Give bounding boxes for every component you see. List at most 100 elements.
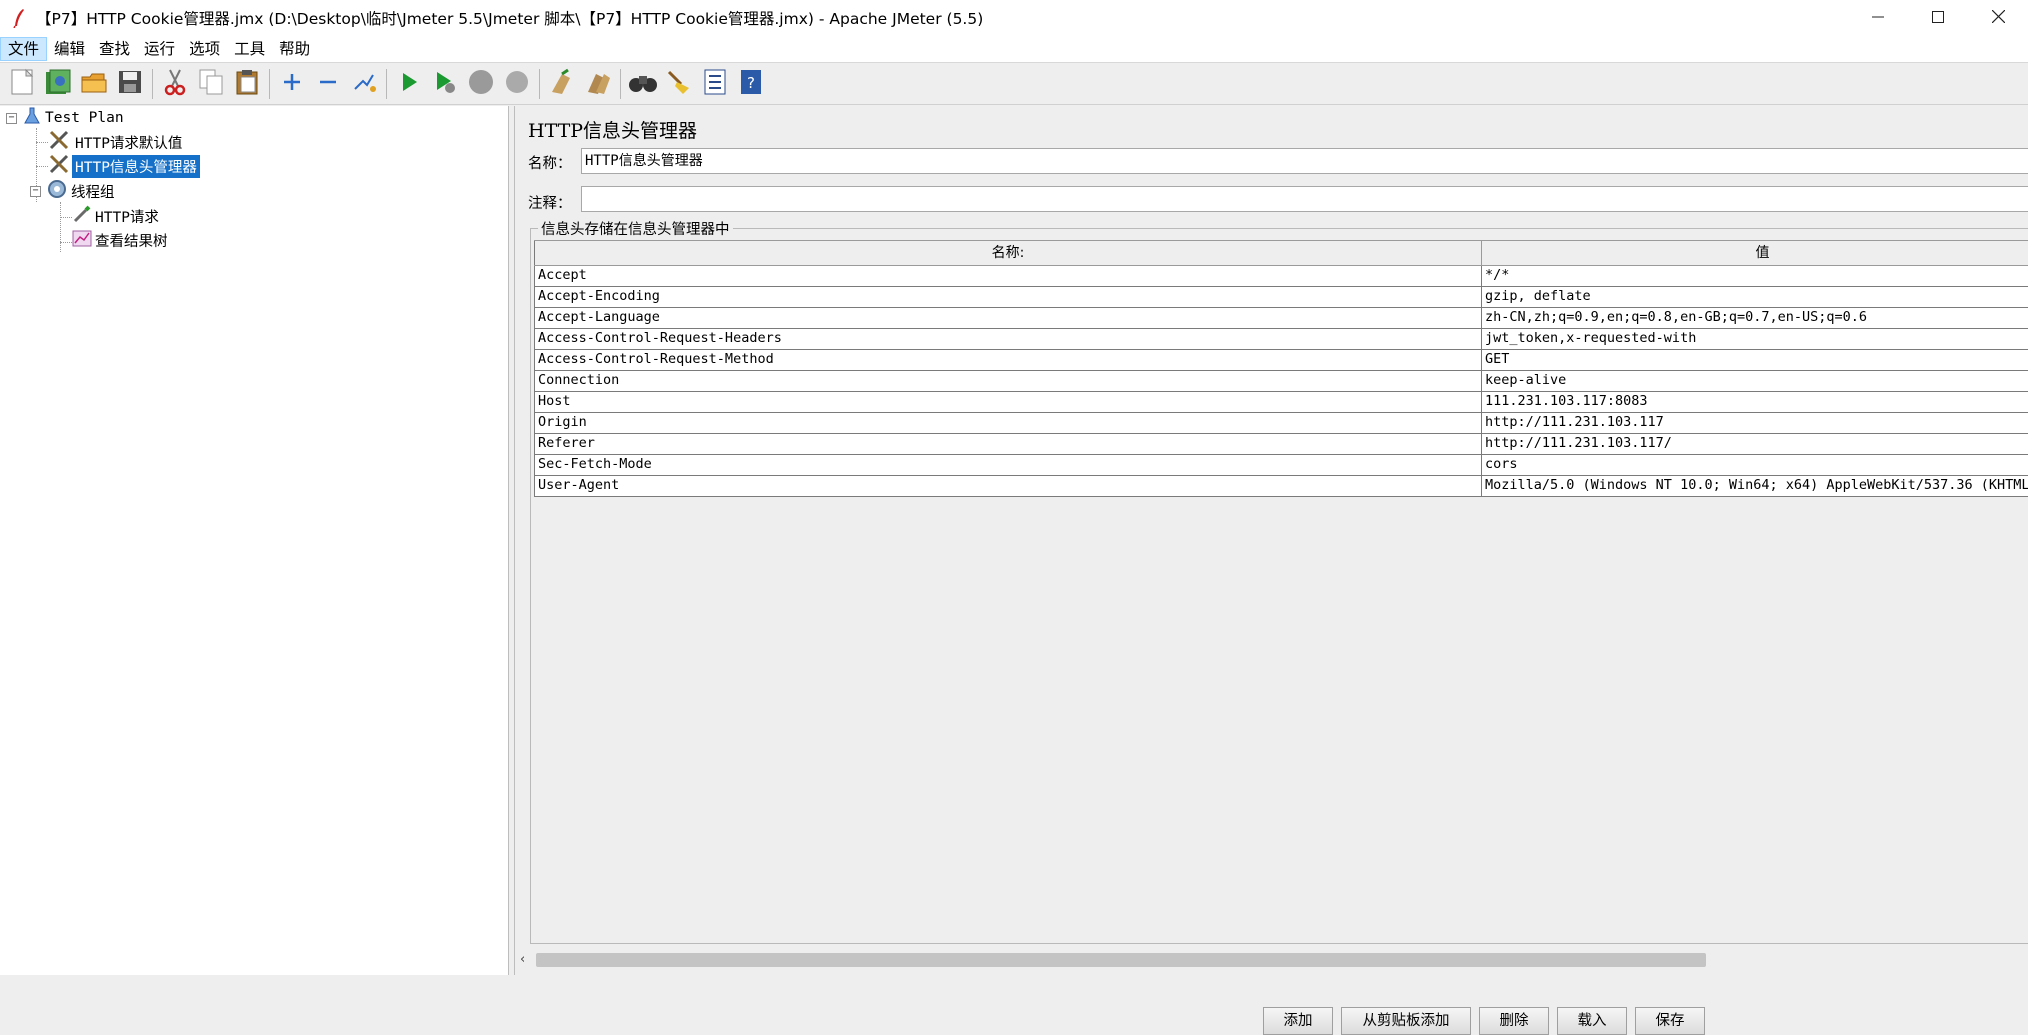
expand-all-button[interactable]: [276, 68, 308, 100]
header-name-cell[interactable]: Accept-Language: [534, 308, 1482, 328]
menu-options[interactable]: 选项: [182, 37, 227, 61]
templates-icon: [44, 68, 72, 100]
add-button[interactable]: 添加: [1263, 1007, 1333, 1035]
header-name-cell[interactable]: Access-Control-Request-Headers: [534, 329, 1482, 349]
collapse-all-button[interactable]: [312, 68, 344, 100]
menu-file[interactable]: 文件: [0, 37, 48, 61]
tree-connector: [60, 202, 61, 252]
menu-search[interactable]: 查找: [92, 37, 137, 61]
start-button[interactable]: [393, 68, 425, 100]
header-value-cell[interactable]: jwt_token,x-requested-with: [1482, 329, 2028, 349]
table-row[interactable]: Accept */*: [534, 266, 2028, 287]
tree-node-thread-group[interactable]: − 线程组: [30, 180, 118, 202]
help-button[interactable]: ?: [735, 68, 767, 100]
toolbar-separator: [539, 68, 540, 99]
name-input[interactable]: HTTP信息头管理器: [581, 148, 2028, 174]
header-value-cell[interactable]: http://111.231.103.117/: [1482, 434, 2028, 454]
tree-node-http-request[interactable]: HTTP请求: [72, 205, 162, 227]
clear-all-icon: [584, 68, 612, 100]
menu-help[interactable]: 帮助: [272, 37, 317, 61]
menu-run[interactable]: 运行: [137, 37, 182, 61]
pane-splitter[interactable]: [509, 106, 515, 975]
table-row[interactable]: Sec-Fetch-Mode cors: [534, 455, 2028, 476]
table-row[interactable]: Origin http://111.231.103.117: [534, 413, 2028, 434]
header-value-cell[interactable]: gzip, deflate: [1482, 287, 2028, 307]
tree-connector: [60, 217, 72, 218]
tree-label-test-plan: Test Plan: [45, 110, 124, 126]
add-from-clipboard-button[interactable]: 从剪贴板添加: [1341, 1007, 1471, 1035]
expand-icon: [280, 70, 304, 98]
broom-icon: [665, 68, 693, 100]
header-name-cell[interactable]: Host: [534, 392, 1482, 412]
table-row[interactable]: Access-Control-Request-Method GET: [534, 350, 2028, 371]
header-value-cell[interactable]: zh-CN,zh;q=0.9,en;q=0.8,en-GB;q=0.7,en-U…: [1482, 308, 2028, 328]
header-value-cell[interactable]: http://111.231.103.117: [1482, 413, 2028, 433]
table-row[interactable]: Accept-Encoding gzip, deflate: [534, 287, 2028, 308]
new-button[interactable]: [6, 68, 38, 100]
table-row[interactable]: Host 111.231.103.117:8083: [534, 392, 2028, 413]
tree-node-result-tree[interactable]: 查看结果树: [72, 229, 171, 251]
copy-button[interactable]: [195, 68, 227, 100]
horizontal-scrollbar[interactable]: ‹: [516, 950, 2028, 970]
table-row[interactable]: Accept-Language zh-CN,zh;q=0.9,en;q=0.8,e…: [534, 308, 2028, 329]
header-name-cell[interactable]: Accept-Encoding: [534, 287, 1482, 307]
header-value-cell[interactable]: Mozilla/5.0 (Windows NT 10.0; Win64; x64…: [1482, 476, 2028, 496]
close-button[interactable]: [1968, 0, 2028, 36]
comment-label: 注释：: [528, 196, 572, 212]
header-value-cell[interactable]: */*: [1482, 266, 2028, 286]
stop-button[interactable]: [465, 68, 497, 100]
menu-tools[interactable]: 工具: [227, 37, 272, 61]
header-name-cell[interactable]: Accept: [534, 266, 1482, 286]
headers-group-title: 信息头存储在信息头管理器中: [538, 218, 733, 239]
collapse-icon: [316, 70, 340, 98]
header-name-cell[interactable]: Sec-Fetch-Mode: [534, 455, 1482, 475]
header-value-cell[interactable]: 111.231.103.117:8083: [1482, 392, 2028, 412]
headers-table: 名称: 值 Accept */* Accept-Encoding gzip, def…: [534, 240, 2028, 497]
close-icon: [1991, 9, 2005, 27]
table-row[interactable]: Connection keep-alive: [534, 371, 2028, 392]
comment-input[interactable]: [581, 186, 2028, 212]
cut-button[interactable]: [159, 68, 191, 100]
paste-button[interactable]: [231, 68, 263, 100]
tree-node-header-manager[interactable]: HTTP信息头管理器: [48, 154, 200, 178]
header-name-cell[interactable]: Referer: [534, 434, 1482, 454]
maximize-button[interactable]: [1908, 0, 1968, 36]
scrollbar-thumb[interactable]: [536, 953, 1706, 967]
templates-button[interactable]: [42, 68, 74, 100]
table-row[interactable]: User-Agent Mozilla/5.0 (Windows NT 10.0; …: [534, 476, 2028, 497]
save-headers-button[interactable]: 保存: [1635, 1007, 1705, 1035]
delete-button[interactable]: 删除: [1479, 1007, 1549, 1035]
start-no-pauses-button[interactable]: [429, 68, 461, 100]
start-no-pauses-icon: [432, 69, 458, 99]
toolbar-separator: [269, 68, 270, 99]
open-button[interactable]: [78, 68, 110, 100]
toggle-button[interactable]: [348, 68, 380, 100]
function-helper-button[interactable]: [699, 68, 731, 100]
tree-node-test-plan[interactable]: − Test Plan: [6, 107, 127, 129]
header-name-cell[interactable]: Connection: [534, 371, 1482, 391]
table-row[interactable]: Referer http://111.231.103.117/: [534, 434, 2028, 455]
header-value-cell[interactable]: keep-alive: [1482, 371, 2028, 391]
minimize-button[interactable]: [1848, 0, 1908, 36]
column-value-header[interactable]: 值: [1482, 241, 2028, 265]
search-button[interactable]: [627, 68, 659, 100]
shutdown-button[interactable]: [501, 68, 533, 100]
collapse-toggle-icon[interactable]: −: [6, 112, 17, 124]
scroll-left-icon[interactable]: ‹: [520, 951, 534, 969]
header-name-cell[interactable]: Access-Control-Request-Method: [534, 350, 1482, 370]
header-value-cell[interactable]: cors: [1482, 455, 2028, 475]
menu-edit[interactable]: 编辑: [47, 37, 92, 61]
toggle-icon: [351, 69, 377, 99]
load-button[interactable]: 载入: [1557, 1007, 1627, 1035]
reset-search-button[interactable]: [663, 68, 695, 100]
header-value-cell[interactable]: GET: [1482, 350, 2028, 370]
header-name-cell[interactable]: User-Agent: [534, 476, 1482, 496]
clear-all-button[interactable]: [582, 68, 614, 100]
table-row[interactable]: Access-Control-Request-Headers jwt_token,…: [534, 329, 2028, 350]
header-name-cell[interactable]: Origin: [534, 413, 1482, 433]
collapse-toggle-icon[interactable]: −: [30, 185, 41, 197]
clear-button[interactable]: [546, 68, 578, 100]
tree-node-http-defaults[interactable]: HTTP请求默认值: [48, 130, 185, 153]
column-name-header[interactable]: 名称:: [534, 241, 1482, 265]
save-button[interactable]: [114, 68, 146, 100]
